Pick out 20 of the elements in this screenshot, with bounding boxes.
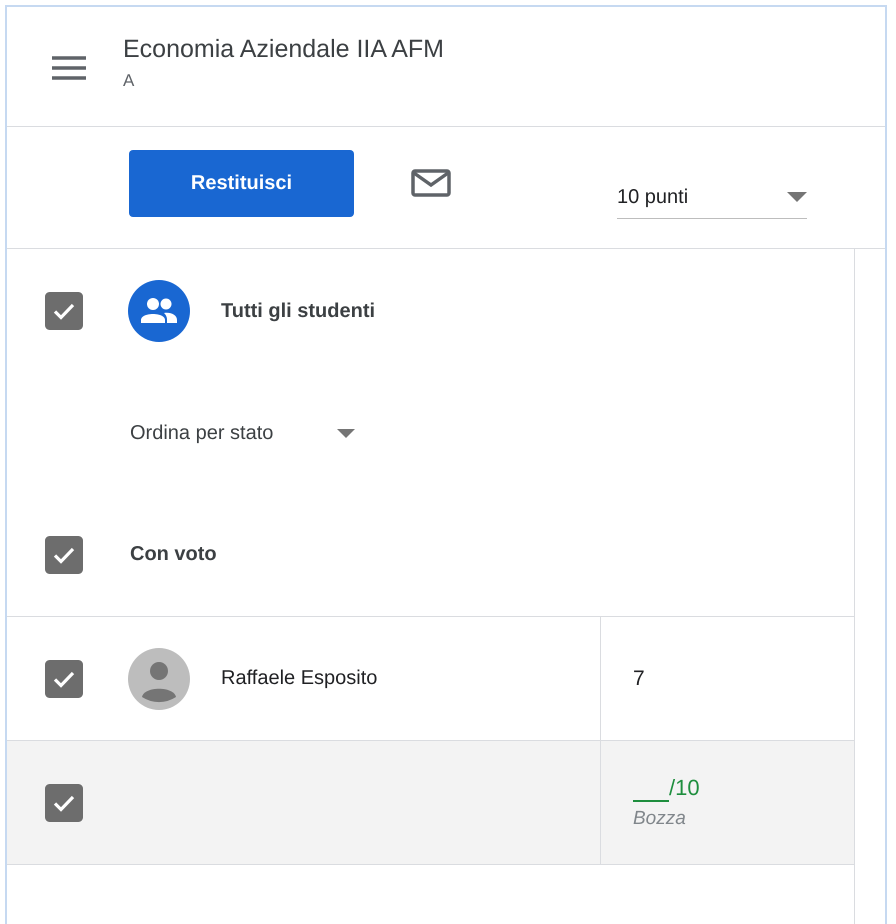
- checkbox[interactable]: [45, 784, 83, 822]
- group-label: Con voto: [130, 543, 217, 566]
- group-icon: [128, 280, 190, 342]
- return-button[interactable]: Restituisci: [129, 150, 354, 217]
- class-title: Economia Aziendale IIA AFM: [123, 34, 444, 65]
- grade-max: /10: [669, 774, 700, 801]
- sort-dropdown[interactable]: Ordina per stato: [130, 422, 274, 444]
- avatar-icon: [128, 648, 190, 710]
- class-section: A: [123, 71, 444, 91]
- checkbox[interactable]: [45, 536, 83, 574]
- caret-icon[interactable]: [337, 428, 356, 438]
- all-students-label: Tutti gli studenti: [221, 300, 376, 322]
- status-label: Bozza: [633, 808, 687, 830]
- mail-icon[interactable]: [411, 168, 451, 196]
- caret-icon: [787, 192, 807, 202]
- student-name: Raffaele Esposito: [221, 667, 378, 690]
- points-dropdown[interactable]: 10 punti: [617, 176, 807, 218]
- checkbox[interactable]: [45, 660, 83, 698]
- grade: 7: [633, 666, 645, 690]
- checkbox[interactable]: [45, 292, 83, 330]
